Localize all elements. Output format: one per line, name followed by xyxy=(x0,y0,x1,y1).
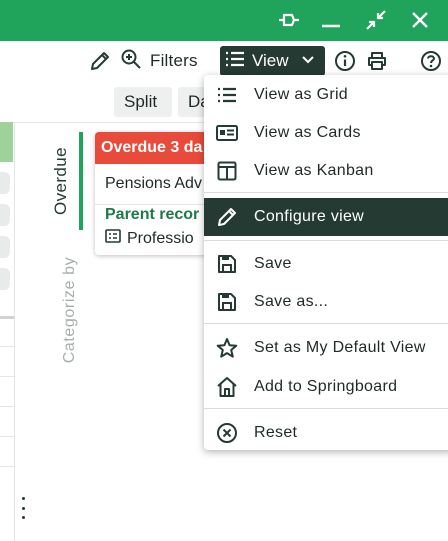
menu-item-view-as-cards[interactable]: View as Cards xyxy=(204,114,448,152)
list-divider xyxy=(0,316,14,319)
record-card-icon xyxy=(105,229,121,248)
split-button[interactable]: Split xyxy=(114,87,172,117)
collapse-icon[interactable] xyxy=(361,6,391,34)
filters-button[interactable]: Filters xyxy=(120,47,198,75)
minimize-icon[interactable] xyxy=(316,6,346,34)
kanban-icon xyxy=(216,160,238,182)
menu-separator xyxy=(204,408,448,409)
card-record-row: Professio xyxy=(105,229,194,248)
card-parent-label: Parent recor xyxy=(105,206,200,223)
card-title: Pensions Adv xyxy=(105,175,202,192)
list-divider xyxy=(0,466,14,467)
menu-item-label: Save xyxy=(254,255,292,272)
print-icon[interactable] xyxy=(364,47,390,75)
menu-item-label: View as Grid xyxy=(254,86,349,103)
overdue-column-tab[interactable]: Overdue xyxy=(50,132,72,230)
filters-label: Filters xyxy=(150,51,198,70)
close-icon[interactable] xyxy=(405,6,435,34)
menu-item-view-as-grid[interactable]: View as Grid xyxy=(204,76,448,114)
zoom-icon xyxy=(120,48,142,75)
grid-list-icon xyxy=(216,84,238,106)
categorize-by-label: Categorize by xyxy=(61,256,78,364)
view-dropdown-menu: View as Grid View as Cards View as Kanba… xyxy=(204,75,448,450)
pencil-icon xyxy=(216,206,238,228)
menu-separator xyxy=(204,240,448,241)
view-label: View xyxy=(252,51,289,70)
list-divider xyxy=(0,346,14,347)
info-icon[interactable] xyxy=(332,47,358,75)
selected-row-highlight xyxy=(0,122,13,162)
menu-item-label: View as Cards xyxy=(254,124,361,141)
list-row-pill xyxy=(0,204,10,226)
edit-pencil-icon[interactable] xyxy=(86,47,114,75)
menu-separator xyxy=(204,323,448,324)
pin-icon[interactable] xyxy=(274,6,304,34)
cards-icon xyxy=(216,122,238,144)
help-icon[interactable] xyxy=(418,47,444,75)
list-row-pill xyxy=(0,172,10,194)
menu-item-label: Configure view xyxy=(254,208,365,225)
list-divider xyxy=(0,406,14,407)
menu-item-set-default-view[interactable]: Set as My Default View xyxy=(204,329,448,367)
menu-item-label: Set as My Default View xyxy=(254,339,426,356)
overdue-tab-label: Overdue xyxy=(51,146,70,216)
menu-item-save[interactable]: Save xyxy=(204,245,448,283)
menu-item-save-as[interactable]: Save as... xyxy=(204,283,448,321)
menu-item-label: Reset xyxy=(254,424,298,441)
reset-icon xyxy=(216,422,238,444)
list-divider xyxy=(0,376,14,377)
list-row-pill xyxy=(0,268,10,290)
menu-item-label: Save as... xyxy=(254,293,329,310)
save-icon xyxy=(216,253,238,275)
overdue-column-indicator xyxy=(79,132,83,230)
title-bar xyxy=(0,0,448,41)
more-options-icon[interactable] xyxy=(20,497,26,519)
menu-item-add-to-springboard[interactable]: Add to Springboard xyxy=(204,368,448,406)
list-row-pill xyxy=(0,236,10,258)
list-border xyxy=(14,122,15,541)
list-icon xyxy=(225,50,245,73)
menu-item-label: View as Kanban xyxy=(254,162,374,179)
chevron-down-icon xyxy=(301,52,315,70)
menu-separator xyxy=(204,192,448,193)
home-icon xyxy=(216,376,238,398)
menu-item-label: Add to Springboard xyxy=(254,378,398,395)
save-as-icon xyxy=(216,291,238,313)
card-record-name: Professio xyxy=(127,229,194,247)
view-button[interactable]: View xyxy=(220,46,325,76)
menu-item-reset[interactable]: Reset xyxy=(204,414,448,452)
list-divider xyxy=(0,436,14,437)
star-icon xyxy=(216,337,238,359)
menu-item-view-as-kanban[interactable]: View as Kanban xyxy=(204,152,448,190)
menu-item-configure-view[interactable]: Configure view xyxy=(204,198,448,236)
